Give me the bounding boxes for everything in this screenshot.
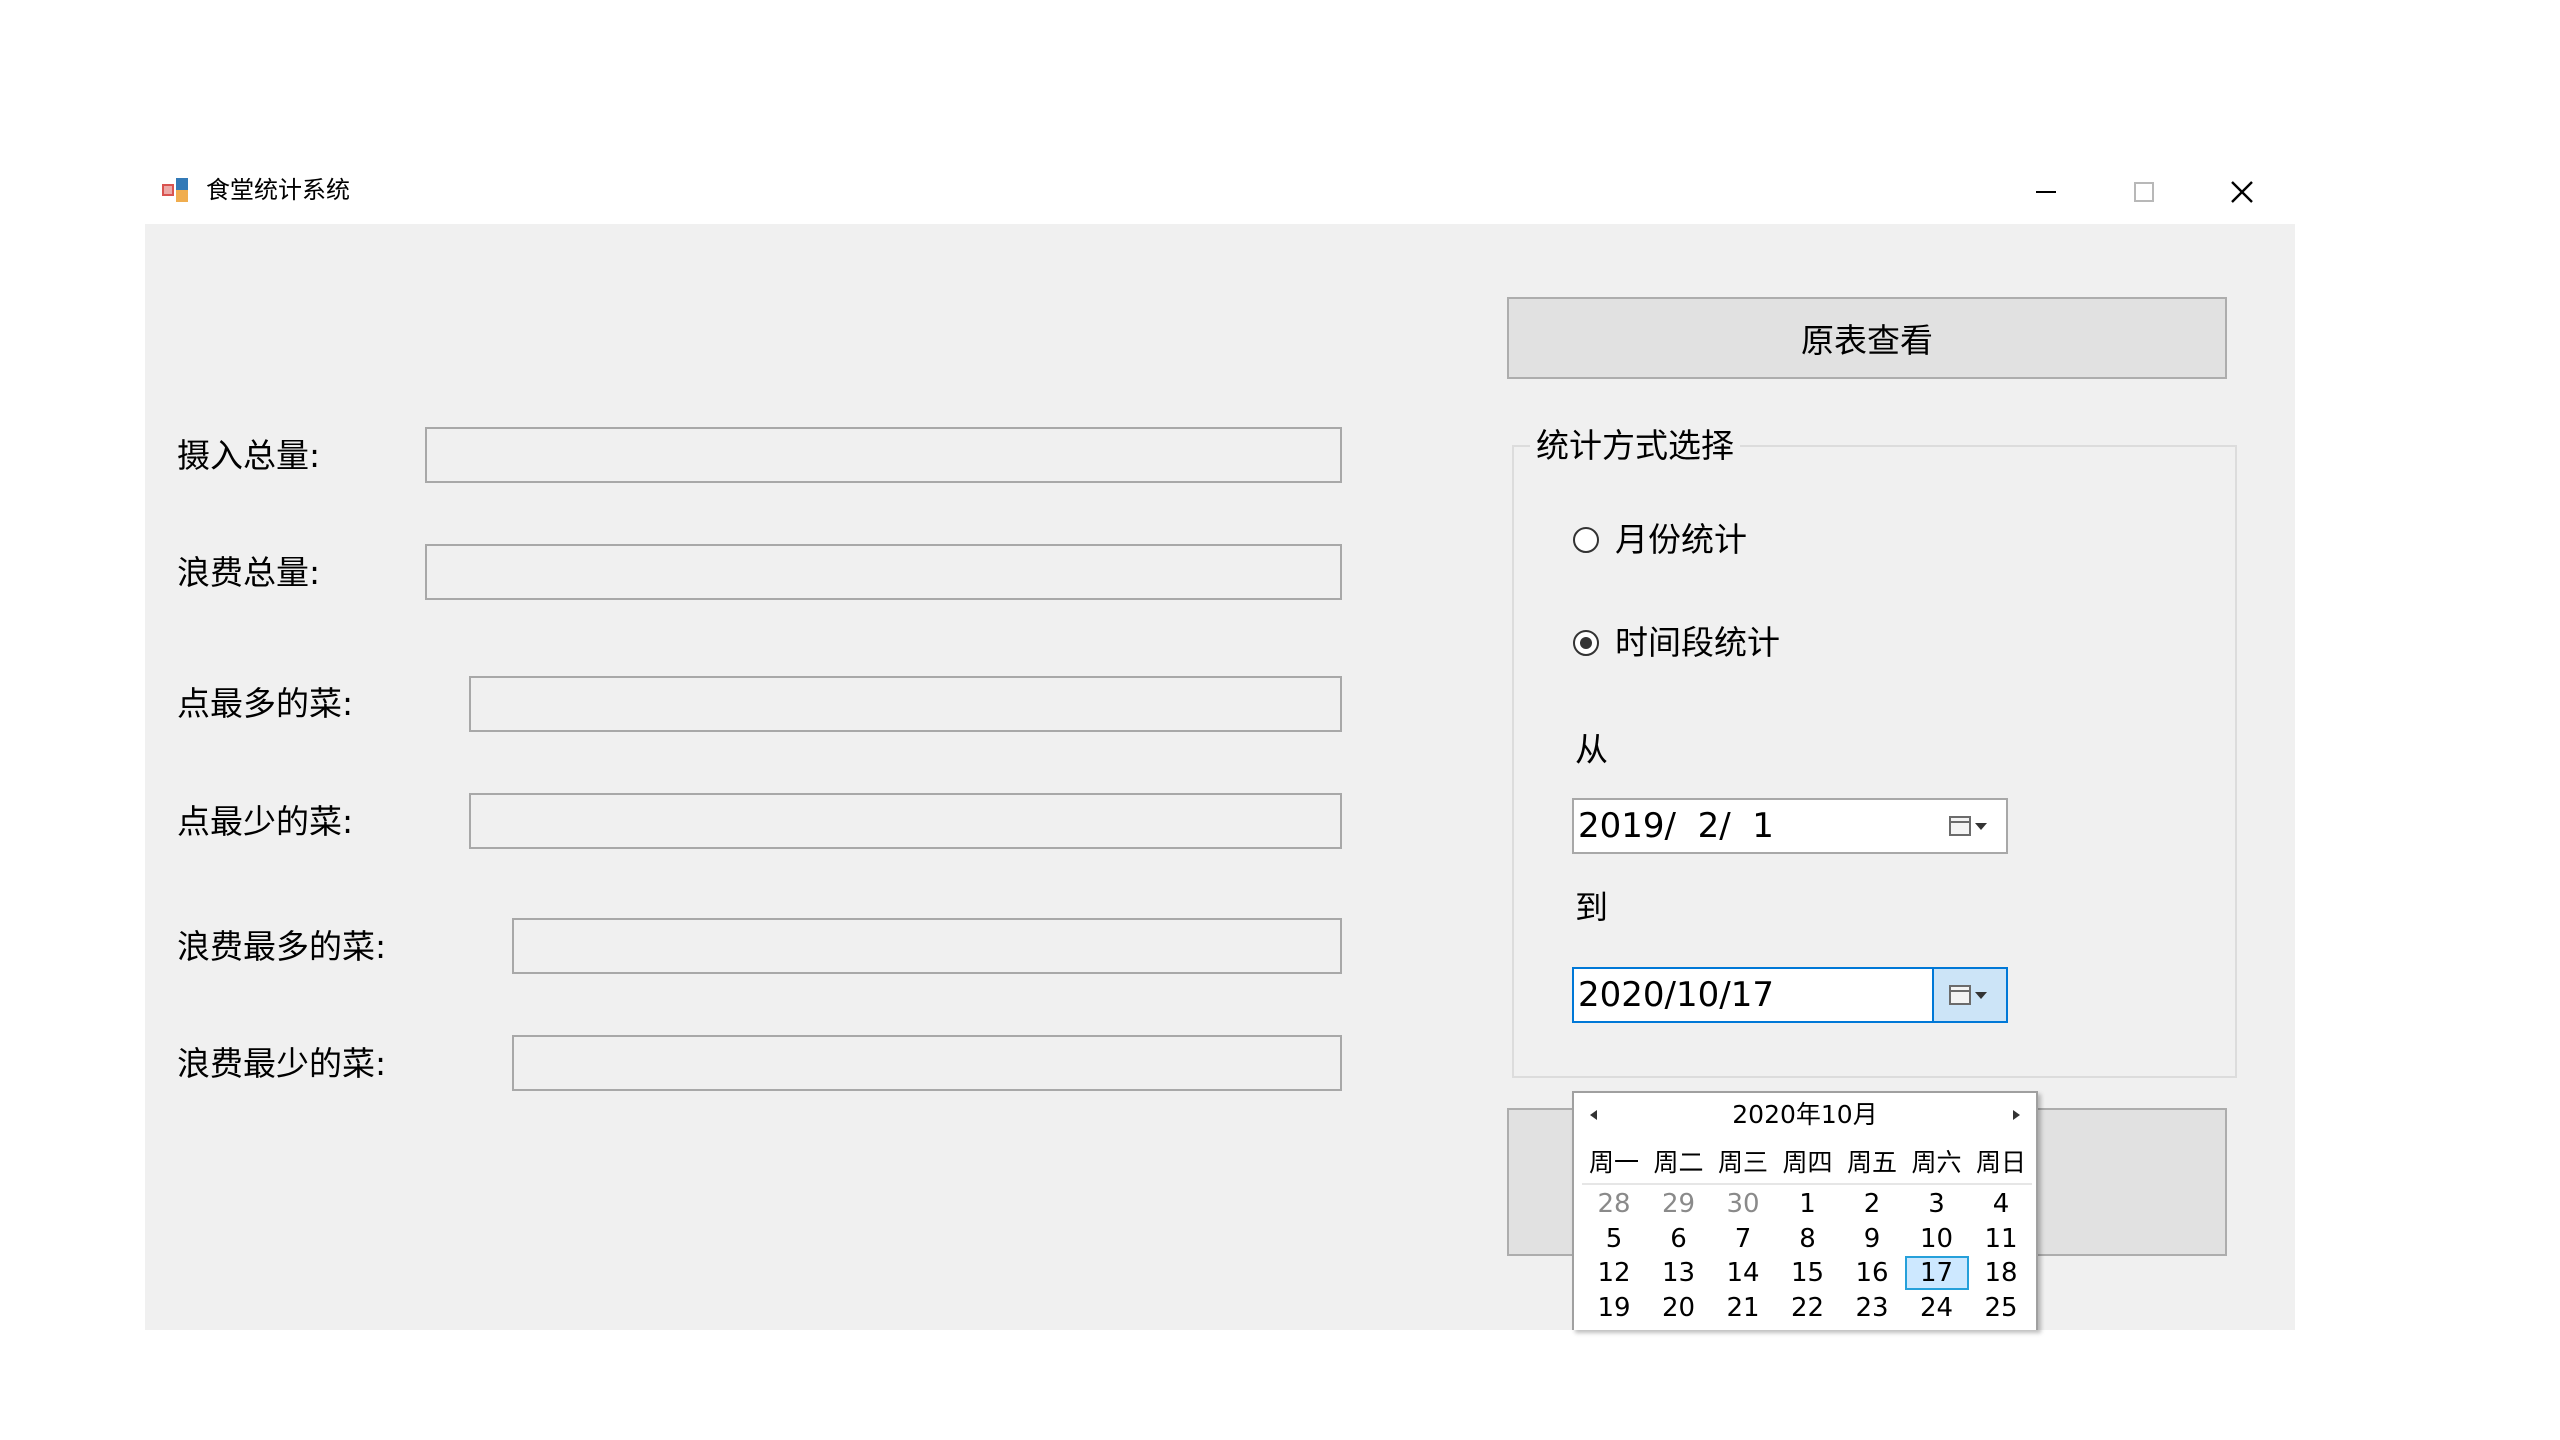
calendar-week-row: 19 20 21 22 23 24 25 (1582, 1291, 2034, 1326)
title-bar[interactable]: 食堂统计系统 (145, 160, 2295, 224)
calendar-weekday: 周五 (1846, 1148, 1897, 1177)
radio-checked-icon (1573, 630, 1599, 656)
calendar-day[interactable]: 21 (1711, 1291, 1775, 1325)
calendar-day[interactable]: 29 (1647, 1187, 1711, 1221)
least-wasted-field[interactable] (512, 1035, 1342, 1091)
calendar-dropdown-icon (1949, 985, 1987, 1005)
most-ordered-label: 点最多的菜: (177, 684, 354, 723)
calendar-day[interactable]: 14 (1711, 1256, 1775, 1290)
calendar-day[interactable]: 28 (1582, 1187, 1646, 1221)
calendar-day[interactable]: 8 (1776, 1222, 1840, 1256)
calendar-day[interactable]: 26 (1582, 1325, 1646, 1330)
calendar-day[interactable]: 11 (1969, 1222, 2033, 1256)
maximize-icon (2134, 182, 2154, 202)
calendar-weekday: 周六 (1911, 1148, 1962, 1177)
calendar-weekday-row: 周一 周二 周三 周四 周五 周六 周日 (1582, 1147, 2034, 1183)
to-label: 到 (1575, 888, 1608, 927)
form-client-area: 摄入总量: 浪费总量: 点最多的菜: 点最少的菜: 浪费最多的菜: 浪费最少的菜… (145, 224, 2295, 1330)
app-icon (162, 178, 188, 202)
most-ordered-field[interactable] (469, 676, 1342, 732)
calendar-day[interactable]: 23 (1840, 1291, 1904, 1325)
calendar-day[interactable]: 9 (1840, 1222, 1904, 1256)
calendar-day[interactable]: 1 (1969, 1325, 2033, 1330)
to-date-dropdown-button[interactable] (1932, 969, 2006, 1021)
calendar-day[interactable]: 3 (1905, 1187, 1969, 1221)
monthly-stat-radio[interactable]: 月份统计 (1573, 518, 1747, 562)
calendar-weekday: 周一 (1588, 1148, 1639, 1177)
window-title: 食堂统计系统 (206, 176, 350, 204)
intake-total-label: 摄入总量: (177, 436, 321, 475)
calendar-next-month-icon[interactable] (2008, 1107, 2024, 1123)
period-stat-label: 时间段统计 (1615, 623, 1780, 662)
calendar-day[interactable]: 30 (1711, 1187, 1775, 1221)
calendar-day[interactable]: 12 (1582, 1256, 1646, 1290)
calendar-weekday-divider (1582, 1183, 2032, 1185)
calendar-day[interactable]: 24 (1905, 1291, 1969, 1325)
calendar-month-label[interactable]: 2020年10月 (1732, 1100, 1877, 1129)
calendar-day[interactable]: 25 (1969, 1291, 2033, 1325)
from-label: 从 (1575, 730, 1608, 769)
calendar-day[interactable]: 13 (1647, 1256, 1711, 1290)
least-ordered-label: 点最少的菜: (177, 802, 354, 841)
least-wasted-label: 浪费最少的菜: (177, 1044, 387, 1083)
calendar-day[interactable]: 15 (1776, 1256, 1840, 1290)
period-stat-radio[interactable]: 时间段统计 (1573, 621, 1780, 665)
calendar-weekday: 周二 (1653, 1148, 1704, 1177)
calendar-week-row: 5 6 7 8 9 10 11 (1582, 1222, 2034, 1257)
monthly-stat-label: 月份统计 (1615, 520, 1747, 559)
from-date-value: 2019/ 2/ 1 (1578, 806, 1774, 846)
least-ordered-field[interactable] (469, 793, 1342, 849)
calendar-day[interactable]: 28 (1711, 1325, 1775, 1330)
calendar-day[interactable]: 22 (1776, 1291, 1840, 1325)
calendar-dropdown-icon (1949, 816, 1987, 836)
intake-total-field[interactable] (425, 427, 1342, 483)
minimize-icon (2036, 191, 2056, 193)
minimize-button[interactable] (1997, 160, 2095, 224)
to-date-picker[interactable]: 2020/10/17 (1572, 967, 2008, 1023)
calendar-day[interactable]: 27 (1647, 1325, 1711, 1330)
calendar-day-grid: 28 29 30 1 2 3 4 5 6 7 8 9 10 11 12 13 14 15 16 17 18 19 20 21 2… (1582, 1187, 2034, 1330)
calendar-day[interactable]: 1 (1776, 1187, 1840, 1221)
calendar-week-row: 12 13 14 15 16 17 18 (1582, 1256, 2034, 1291)
from-date-dropdown-button[interactable] (1934, 800, 2006, 852)
from-date-picker[interactable]: 2019/ 2/ 1 (1572, 798, 2008, 854)
calendar-day[interactable]: 29 (1776, 1325, 1840, 1330)
calendar-week-row: 2627282930311 (1582, 1325, 2034, 1330)
calendar-weekday: 周三 (1717, 1148, 1768, 1177)
calendar-week-row: 28 29 30 1 2 3 4 (1582, 1187, 2034, 1222)
maximize-button[interactable] (2095, 160, 2193, 224)
most-wasted-field[interactable] (512, 918, 1342, 974)
calendar-prev-month-icon[interactable] (1586, 1107, 1602, 1123)
radio-unchecked-icon (1573, 527, 1599, 553)
waste-total-field[interactable] (425, 544, 1342, 600)
calendar-weekday: 周日 (1975, 1148, 2026, 1177)
calendar-selected-day[interactable]: 17 (1904, 1256, 1969, 1291)
calendar-day[interactable]: 7 (1711, 1222, 1775, 1256)
main-window: 食堂统计系统 摄入总量: 浪费总量: 点最多的菜: 点最少的菜: 浪费最多的菜:… (145, 160, 2295, 1330)
to-date-value: 2020/10/17 (1578, 975, 1774, 1015)
calendar-weekday: 周四 (1782, 1148, 1833, 1177)
calendar-day[interactable]: 10 (1905, 1222, 1969, 1256)
close-button[interactable] (2193, 160, 2291, 224)
calendar-dropdown[interactable]: 2020年10月 周一 周二 周三 周四 周五 周六 周日 28 29 30 1 2 3 4 5 6 7 8 9 1… (1572, 1091, 2038, 1330)
calendar-day[interactable]: 4 (1969, 1187, 2033, 1221)
calendar-day[interactable]: 2 (1840, 1187, 1904, 1221)
view-original-button[interactable]: 原表查看 (1507, 297, 2227, 379)
most-wasted-label: 浪费最多的菜: (177, 927, 387, 966)
calendar-day[interactable]: 6 (1647, 1222, 1711, 1256)
waste-total-label: 浪费总量: (177, 553, 321, 592)
close-icon (2231, 181, 2253, 203)
calendar-day[interactable]: 31 (1905, 1325, 1969, 1330)
calendar-day[interactable]: 20 (1647, 1291, 1711, 1325)
calendar-day[interactable]: 19 (1582, 1291, 1646, 1325)
calendar-day[interactable]: 16 (1840, 1256, 1904, 1290)
calendar-day[interactable]: 18 (1969, 1256, 2033, 1290)
calendar-header: 2020年10月 (1574, 1093, 2036, 1135)
calendar-day[interactable]: 30 (1840, 1325, 1904, 1330)
calendar-day[interactable]: 5 (1582, 1222, 1646, 1256)
stat-method-group-title: 统计方式选择 (1530, 424, 1740, 468)
